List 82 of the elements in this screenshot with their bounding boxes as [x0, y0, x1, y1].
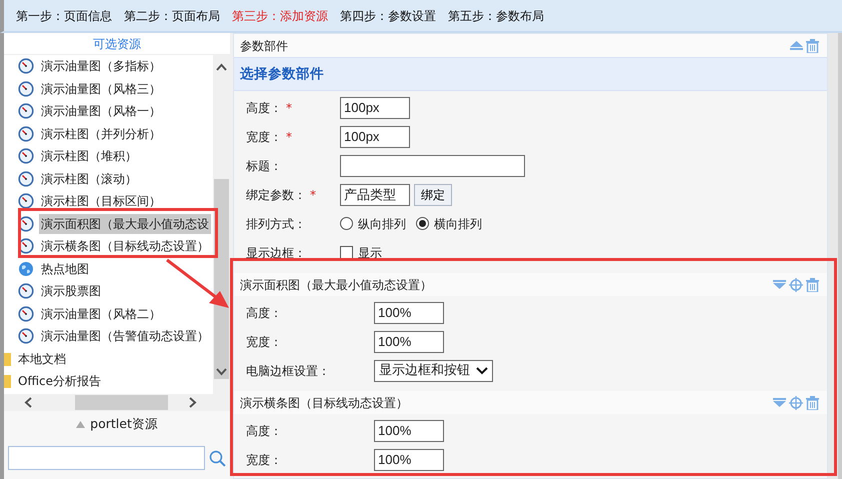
input-field[interactable]: 100px	[340, 126, 410, 148]
option-label: 显示	[358, 244, 382, 262]
required-mark: *	[286, 130, 292, 144]
input-field[interactable]: 100%	[374, 302, 444, 324]
expand-icon[interactable]	[773, 398, 786, 407]
expand-icon[interactable]	[773, 280, 786, 289]
tree-item[interactable]: 演示油量图（风格一）	[39, 101, 163, 122]
crosshair-icon[interactable]	[789, 396, 803, 410]
option-label: 横向排列	[434, 216, 482, 232]
globe-icon	[18, 260, 34, 277]
trash-icon[interactable]	[806, 278, 819, 292]
tree-item[interactable]: 演示油量图（多指标）	[39, 56, 163, 76]
gauge-icon	[18, 103, 34, 120]
search-icon[interactable]	[209, 450, 226, 466]
panel-title: 可选资源	[4, 33, 230, 55]
bind-button[interactable]: 绑定	[414, 184, 452, 206]
caret-icon	[476, 366, 488, 374]
folder-icon	[4, 350, 12, 367]
trash-icon[interactable]	[806, 396, 819, 410]
checkbox[interactable]	[340, 246, 353, 259]
dropdown[interactable]: 显示边框和按钮	[374, 360, 493, 382]
field-label: 排列方式：	[246, 216, 307, 232]
portlet-title: 演示面积图（最大最小值动态设置）	[240, 276, 432, 294]
tree-item[interactable]: 演示柱图（目标区间）	[39, 191, 163, 212]
tree-item[interactable]: 演示油量图（告警值动态设置）	[39, 326, 211, 346]
field-label: 宽度：	[246, 130, 282, 144]
gauge-icon	[18, 148, 34, 164]
field-label: 高度：	[246, 304, 283, 322]
field-label: 绑定参数：	[246, 188, 306, 202]
field-label: 高度：	[246, 100, 282, 114]
gauge-icon	[18, 283, 34, 300]
input-field[interactable]: 100%	[374, 420, 444, 442]
horizontal-scrollbar[interactable]	[4, 394, 230, 411]
field-label: 宽度：	[246, 452, 283, 468]
step-link[interactable]: 第一步：页面信息	[16, 6, 112, 24]
input-field[interactable]	[340, 154, 525, 176]
step-link[interactable]: 第二步：页面布局	[124, 6, 220, 24]
required-mark: *	[310, 188, 316, 202]
gauge-icon	[18, 80, 34, 97]
crosshair-icon[interactable]	[789, 278, 803, 292]
input-field[interactable]: 100%	[374, 330, 444, 352]
tree-item[interactable]: 演示柱图（并列分析）	[39, 124, 163, 144]
gauge-icon	[18, 306, 34, 322]
portlet-title: 参数部件	[240, 38, 288, 54]
tree-item[interactable]: 演示柱图（堆积）	[39, 146, 139, 166]
field-label: 电脑边框设置：	[246, 362, 331, 380]
tree-item[interactable]: 演示油量图（风格二）	[39, 304, 163, 324]
search-field[interactable]	[8, 446, 206, 470]
field-label: 标题：	[246, 158, 283, 174]
collapse-icon[interactable]	[790, 41, 803, 50]
tree-item[interactable]: 演示横条图（目标线动态设置）	[39, 236, 211, 256]
gauge-icon	[18, 58, 34, 74]
trash-icon[interactable]	[806, 38, 819, 52]
tree-item[interactable]: 演示面积图（最大最小值动态设	[39, 214, 211, 234]
tree-item[interactable]: 演示油量图（风格三）	[39, 78, 163, 99]
step-link[interactable]: 第四步：参数设置	[340, 6, 436, 24]
pointer-arrow	[165, 258, 231, 310]
step-link[interactable]: 第三步：添加资源	[232, 6, 328, 24]
gauge-icon	[18, 170, 34, 187]
gauge-icon	[18, 126, 34, 142]
step-link[interactable]: 第五步：参数布局	[448, 6, 544, 24]
required-mark: *	[286, 100, 292, 114]
radio-button[interactable]	[340, 217, 353, 230]
tree-item[interactable]: Office分析报告	[16, 371, 104, 392]
tree-item[interactable]: 本地文档	[16, 348, 68, 369]
field-label: 高度：	[246, 422, 283, 440]
input-field[interactable]: 100%	[374, 448, 444, 470]
section-title: 选择参数部件	[234, 57, 827, 91]
tree-item[interactable]: 热点地图	[39, 258, 91, 279]
folder-icon	[4, 373, 12, 390]
option-label: 纵向排列	[358, 216, 406, 232]
tree-item[interactable]: 演示柱图（滚动）	[39, 168, 139, 189]
tree-item[interactable]: 演示股票图	[39, 281, 103, 302]
expand-icon[interactable]	[76, 420, 86, 428]
vertical-scrollbar[interactable]	[213, 55, 230, 394]
input-field[interactable]: 100px	[340, 96, 410, 118]
portlet-title: 演示横条图（目标线动态设置）	[240, 394, 408, 412]
field-label: 宽度：	[246, 334, 283, 350]
input-field[interactable]: 产品类型	[340, 184, 410, 206]
gauge-icon	[18, 328, 34, 344]
gauge-icon	[18, 193, 34, 210]
radio-button[interactable]	[416, 217, 429, 230]
